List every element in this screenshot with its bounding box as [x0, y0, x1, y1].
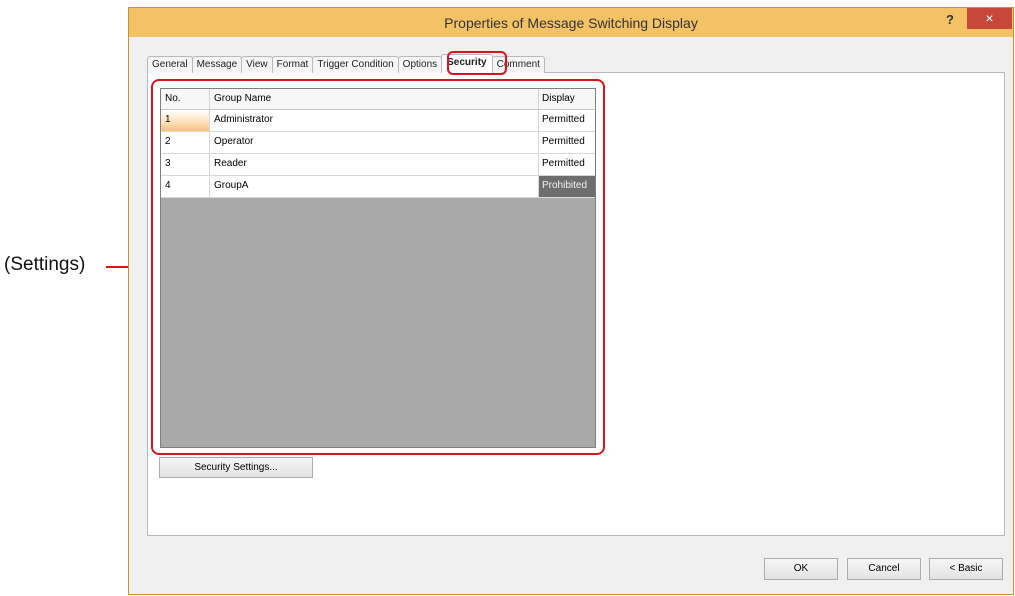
- tab-view[interactable]: View: [241, 56, 273, 73]
- cancel-button[interactable]: Cancel: [847, 558, 921, 580]
- security-settings-button[interactable]: Security Settings...: [159, 457, 313, 478]
- properties-dialog: Properties of Message Switching Display …: [128, 7, 1014, 595]
- dialog-title: Properties of Message Switching Display: [444, 15, 698, 31]
- security-tab-highlight: [447, 51, 507, 75]
- ok-button[interactable]: OK: [764, 558, 838, 580]
- title-bar: Properties of Message Switching Display …: [129, 8, 1013, 37]
- tab-format[interactable]: Format: [271, 56, 314, 73]
- tab-options[interactable]: Options: [397, 56, 443, 73]
- tab-message[interactable]: Message: [191, 56, 243, 73]
- settings-callout-label: (Settings): [4, 254, 86, 275]
- tab-general[interactable]: General: [147, 56, 193, 73]
- settings-highlight-frame: [151, 79, 605, 455]
- tab-trigger-condition[interactable]: Trigger Condition: [312, 56, 399, 73]
- close-button[interactable]: ×: [967, 8, 1012, 29]
- help-button[interactable]: ?: [937, 10, 963, 30]
- basic-button[interactable]: < Basic: [929, 558, 1003, 580]
